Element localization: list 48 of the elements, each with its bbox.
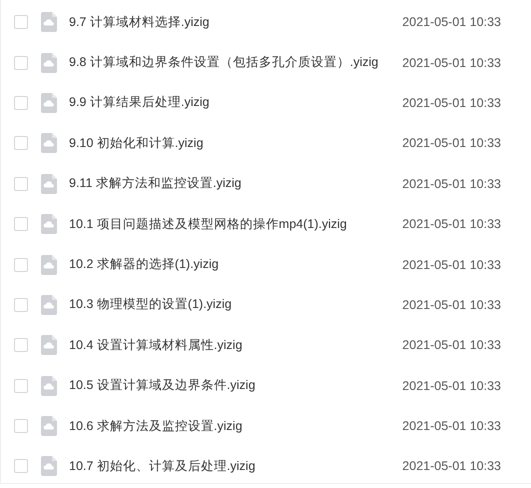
checkbox[interactable]	[14, 378, 28, 393]
checkbox[interactable]	[14, 15, 28, 30]
file-cloud-icon	[41, 133, 57, 154]
modified-date: 2021-05-01 10:33	[402, 136, 501, 150]
file-cloud-icon	[41, 52, 57, 73]
file-name[interactable]: 9.8 计算域和边界条件设置（包括多孔介质设置）.yizig	[69, 54, 387, 72]
checkbox[interactable]	[14, 298, 28, 312]
modified-date: 2021-05-01 10:33	[402, 459, 501, 474]
file-cloud-icon	[41, 254, 57, 275]
checkbox[interactable]	[14, 419, 28, 434]
modified-date: 2021-05-01 10:33	[402, 15, 501, 30]
modified-date: 2021-05-01 10:33	[402, 258, 501, 272]
checkbox[interactable]	[14, 459, 28, 474]
modified-date: 2021-05-01 10:33	[402, 419, 501, 434]
modified-date: 2021-05-01 10:33	[402, 56, 501, 70]
modified-date: 2021-05-01 10:33	[402, 176, 501, 191]
file-name[interactable]: 10.7 初始化、计算及后处理.yizig	[69, 458, 387, 475]
modified-date: 2021-05-01 10:33	[402, 96, 501, 110]
checkbox[interactable]	[14, 217, 28, 232]
file-name[interactable]: 9.9 计算结果后处理.yizig	[69, 94, 387, 112]
file-name[interactable]: 10.6 求解方法及监控设置.yizig	[69, 418, 387, 435]
file-cloud-icon	[41, 92, 57, 113]
file-name[interactable]: 9.7 计算域材料选择.yizig	[69, 14, 387, 31]
file-name[interactable]: 9.11 求解方法和监控设置.yizig	[69, 175, 387, 192]
file-name[interactable]: 10.3 物理模型的设置(1).yizig	[69, 296, 387, 314]
checkbox[interactable]	[14, 136, 28, 150]
file-cloud-icon	[41, 214, 57, 234]
modified-date: 2021-05-01 10:33	[402, 378, 501, 393]
file-cloud-icon	[41, 294, 57, 315]
file-name[interactable]: 9.10 初始化和计算.yizig	[69, 134, 387, 152]
file-cloud-icon	[41, 416, 57, 436]
file-name[interactable]: 10.2 求解器的选择(1).yizig	[69, 256, 387, 274]
checkbox[interactable]	[14, 338, 28, 352]
file-cloud-icon	[41, 335, 57, 356]
file-cloud-icon	[41, 376, 57, 396]
modified-date: 2021-05-01 10:33	[402, 298, 501, 312]
file-cloud-icon	[41, 456, 57, 476]
file-cloud-icon	[41, 12, 57, 32]
file-cloud-icon	[41, 174, 57, 194]
modified-date: 2021-05-01 10:33	[402, 217, 501, 232]
file-name[interactable]: 10.1 项目问题描述及模型网格的操作mp4(1).yizig	[69, 216, 387, 233]
checkbox[interactable]	[14, 96, 28, 110]
modified-date: 2021-05-01 10:33	[402, 338, 501, 352]
file-name[interactable]: 10.4 设置计算域材料属性.yizig	[69, 336, 387, 354]
file-name[interactable]: 10.5 设置计算域及边界条件.yizig	[69, 377, 387, 394]
checkbox[interactable]	[14, 258, 28, 272]
checkbox[interactable]	[14, 176, 28, 191]
checkbox[interactable]	[14, 56, 28, 70]
